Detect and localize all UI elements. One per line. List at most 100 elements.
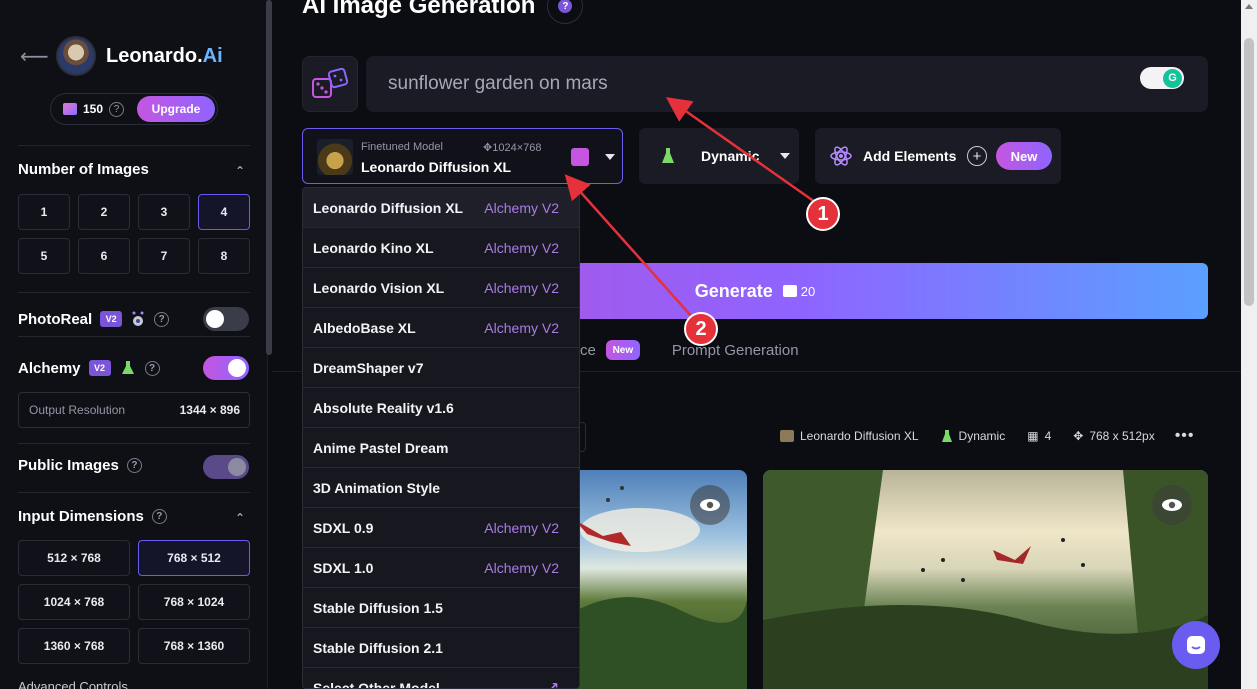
dimension-option[interactable]: 1024 × 768 bbox=[18, 584, 130, 620]
chevron-up-icon[interactable]: ⌃ bbox=[235, 511, 245, 525]
dimension-option[interactable]: 768 × 1024 bbox=[138, 584, 250, 620]
alchemy-tag: Alchemy V2 bbox=[484, 279, 559, 296]
random-prompt-button[interactable] bbox=[302, 56, 358, 112]
alchemy-tag: Alchemy V2 bbox=[484, 519, 559, 536]
model-option[interactable]: Select Other Model ↗ bbox=[303, 668, 579, 689]
number-of-images-option[interactable]: 6 bbox=[78, 238, 130, 274]
help-icon[interactable]: ? bbox=[109, 101, 125, 117]
number-of-images-option[interactable]: 1 bbox=[18, 194, 70, 230]
page-scrollbar[interactable] bbox=[1241, 0, 1257, 689]
prompt-input[interactable]: sunflower garden on mars G bbox=[366, 56, 1208, 112]
model-option[interactable]: SDXL 1.0 Alchemy V2 bbox=[303, 548, 579, 588]
support-chat-button[interactable] bbox=[1172, 621, 1220, 669]
model-name: Leonardo Diffusion XL bbox=[361, 159, 512, 175]
photoreal-toggle[interactable] bbox=[203, 307, 249, 331]
tab-image-guidance[interactable]: ce bbox=[580, 342, 596, 359]
model-thumbnail-icon bbox=[780, 430, 794, 442]
potion-flask-icon bbox=[941, 430, 952, 442]
public-images-toggle[interactable] bbox=[203, 455, 249, 479]
model-option[interactable]: AlbedoBase XL Alchemy V2 bbox=[303, 308, 579, 348]
page-help-button[interactable]: ? bbox=[547, 0, 584, 24]
model-option[interactable]: Leonardo Vision XL Alchemy V2 bbox=[303, 268, 579, 308]
view-image-button[interactable] bbox=[690, 485, 730, 525]
sidebar: ⟵ Leonardo.Ai 150 ? Upgrade Number of Im… bbox=[0, 0, 268, 689]
dimension-option[interactable]: 1360 × 768 bbox=[18, 628, 130, 664]
model-info-icon[interactable] bbox=[571, 148, 589, 166]
model-option-name: Anime Pastel Dream bbox=[313, 439, 449, 456]
generated-image[interactable] bbox=[763, 470, 1208, 689]
model-option[interactable]: Leonardo Diffusion XL Alchemy V2 bbox=[303, 188, 579, 228]
number-of-images-option[interactable]: 4 bbox=[198, 194, 250, 230]
model-dropdown: Leonardo Diffusion XL Alchemy V2 Leonardo … bbox=[302, 187, 580, 689]
number-of-images-title[interactable]: Number of Images bbox=[18, 161, 250, 178]
more-options-icon[interactable]: ••• bbox=[1175, 427, 1195, 445]
number-of-images-option[interactable]: 7 bbox=[138, 238, 190, 274]
number-of-images-option[interactable]: 3 bbox=[138, 194, 190, 230]
upgrade-button[interactable]: Upgrade bbox=[137, 96, 215, 122]
help-icon: ? bbox=[558, 0, 573, 13]
token-icon bbox=[63, 103, 77, 115]
app-root: ⟵ Leonardo.Ai 150 ? Upgrade Number of Im… bbox=[0, 0, 1257, 689]
scrollbar-thumb[interactable] bbox=[1244, 38, 1254, 306]
public-images-help-icon[interactable]: ? bbox=[126, 458, 142, 473]
input-dimensions-title[interactable]: Input Dimensions ? bbox=[18, 508, 167, 525]
number-of-images-option[interactable]: 5 bbox=[18, 238, 70, 274]
logo-row: ⟵ Leonardo.Ai bbox=[20, 36, 223, 76]
generated-image[interactable] bbox=[560, 470, 747, 689]
sidebar-scrollbar[interactable] bbox=[266, 0, 272, 355]
add-elements-button[interactable]: Add Elements + New bbox=[815, 128, 1061, 184]
jungle-birds-image bbox=[763, 470, 1208, 689]
photoreal-version-badge: V2 bbox=[100, 311, 123, 327]
alchemy-help-icon[interactable]: ? bbox=[144, 360, 160, 376]
model-option[interactable]: DreamShaper v7 bbox=[303, 348, 579, 388]
dimension-option[interactable]: 768 × 512 bbox=[138, 540, 250, 576]
model-option[interactable]: Stable Diffusion 1.5 bbox=[303, 588, 579, 628]
advanced-controls-label[interactable]: Advanced Controls bbox=[18, 679, 128, 689]
atom-icon bbox=[830, 146, 852, 166]
page-title-row: AI Image Generation ? bbox=[302, 0, 584, 24]
photoreal-help-icon[interactable]: ? bbox=[154, 311, 170, 327]
model-option[interactable]: Leonardo Kino XL Alchemy V2 bbox=[303, 228, 579, 268]
generate-label: Generate bbox=[694, 280, 773, 301]
model-thumbnail bbox=[317, 139, 353, 175]
dimension-option[interactable]: 768 × 1360 bbox=[138, 628, 250, 664]
alchemy-row: Alchemy V2 ? bbox=[18, 359, 160, 377]
eye-icon bbox=[700, 499, 720, 511]
images-icon: ▦ bbox=[1027, 429, 1039, 443]
number-of-images-grid: 1234 5678 bbox=[18, 194, 250, 274]
input-dimensions-help-icon[interactable]: ? bbox=[151, 509, 167, 524]
alchemy-tag: Alchemy V2 bbox=[484, 319, 559, 336]
callout-badge: 2 bbox=[684, 312, 718, 346]
generate-cost: 20 bbox=[782, 284, 815, 299]
token-count: 150 bbox=[83, 102, 104, 116]
alchemy-tag: Alchemy V2 bbox=[484, 239, 559, 256]
number-of-images-option[interactable]: 8 bbox=[198, 238, 250, 274]
view-image-button[interactable] bbox=[1152, 485, 1192, 525]
grammarly-icon[interactable]: G bbox=[1140, 67, 1184, 89]
number-of-images-option[interactable]: 2 bbox=[78, 194, 130, 230]
model-option[interactable]: Absolute Reality v1.6 bbox=[303, 388, 579, 428]
preset-style-label: Dynamic bbox=[701, 148, 760, 164]
dimensions-icon: ✥ bbox=[1073, 429, 1084, 443]
external-link-icon: ↗ bbox=[547, 679, 559, 689]
output-resolution: Output Resolution 1344 × 896 bbox=[18, 392, 250, 428]
brand-name[interactable]: Leonardo.Ai bbox=[106, 45, 223, 68]
model-option[interactable]: 3D Animation Style bbox=[303, 468, 579, 508]
dimension-option[interactable]: 512 × 768 bbox=[18, 540, 130, 576]
model-option[interactable]: Stable Diffusion 2.1 bbox=[303, 628, 579, 668]
camera-sparkle-icon bbox=[132, 311, 144, 326]
collapse-sidebar-icon[interactable]: ⟵ bbox=[20, 44, 49, 69]
model-option[interactable]: SDXL 0.9 Alchemy V2 bbox=[303, 508, 579, 548]
model-option[interactable]: Anime Pastel Dream bbox=[303, 428, 579, 468]
tab-prompt-generation[interactable]: Prompt Generation bbox=[672, 342, 799, 359]
alchemy-toggle[interactable] bbox=[203, 356, 249, 380]
model-option-name: AlbedoBase XL bbox=[313, 319, 416, 336]
potion-flask-icon bbox=[662, 148, 674, 163]
chevron-up-icon[interactable]: ⌃ bbox=[235, 164, 245, 178]
model-option-name: SDXL 1.0 bbox=[313, 559, 374, 576]
photoreal-row: PhotoReal V2 ? bbox=[18, 310, 170, 328]
output-resolution-label: Output Resolution bbox=[29, 403, 126, 417]
model-select[interactable]: Finetuned Model ✥1024×768 Leonardo Diffu… bbox=[302, 128, 623, 184]
preset-style-select[interactable]: Dynamic bbox=[639, 128, 799, 184]
scroll-up-icon[interactable] bbox=[1245, 4, 1253, 9]
